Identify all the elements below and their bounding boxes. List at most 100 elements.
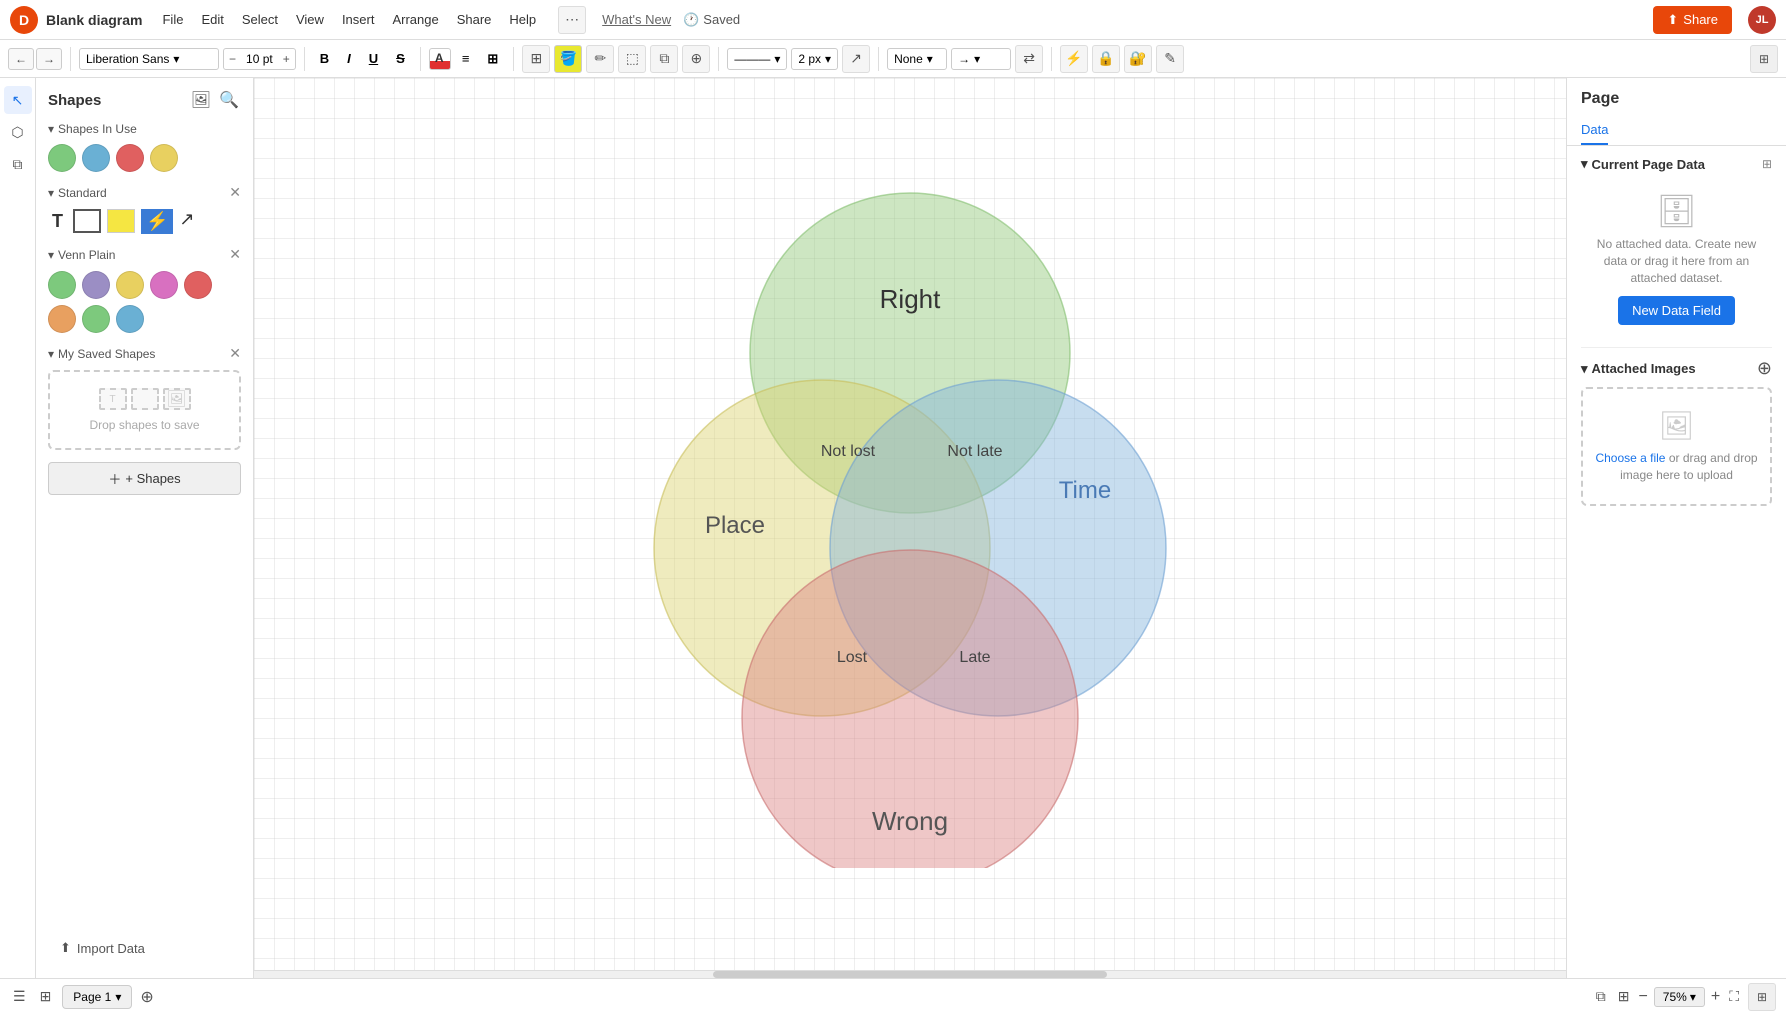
font-selector[interactable]: Liberation Sans ▾ bbox=[79, 48, 219, 70]
collapse-images-icon[interactable]: ▾ bbox=[1581, 361, 1588, 377]
shadow-button[interactable]: ⬚ bbox=[618, 45, 646, 73]
insert-shape-button[interactable]: ⊞ bbox=[522, 45, 550, 73]
clone-button[interactable]: ⧉ bbox=[650, 45, 678, 73]
venn-purple[interactable] bbox=[82, 271, 110, 299]
collapse-venn-icon[interactable]: ▾ bbox=[48, 248, 54, 262]
menu-edit[interactable]: Edit bbox=[193, 8, 231, 31]
back-button[interactable]: ← bbox=[8, 48, 34, 70]
image-drop-zone[interactable]: 🖼 Choose a file or drag and drop image h… bbox=[1581, 387, 1772, 506]
forward-button[interactable]: → bbox=[36, 48, 62, 70]
add-page-button[interactable]: ⊕ bbox=[140, 987, 153, 1007]
gallery-icon[interactable]: 🖼 bbox=[189, 88, 213, 112]
collapse-saved-icon[interactable]: ▾ bbox=[48, 347, 54, 361]
text-shape[interactable]: T bbox=[48, 209, 67, 234]
shape-blue-circle[interactable] bbox=[82, 144, 110, 172]
font-color-picker[interactable]: A bbox=[429, 48, 451, 70]
rect-shape[interactable] bbox=[73, 209, 101, 233]
layers-panel-btn[interactable]: ⧉ bbox=[1593, 985, 1609, 1008]
align-button[interactable]: ≡ bbox=[455, 47, 477, 70]
venn-green2[interactable] bbox=[82, 305, 110, 333]
page-tab[interactable]: Page 1 ▾ bbox=[62, 985, 132, 1009]
menu-insert[interactable]: Insert bbox=[334, 8, 383, 31]
shape-green-circle[interactable] bbox=[48, 144, 76, 172]
standard-section-close[interactable]: ✕ bbox=[229, 184, 241, 201]
layers-btn[interactable]: ⧉ bbox=[4, 150, 32, 178]
format-more-button[interactable]: ⊞ bbox=[480, 47, 505, 71]
menu-arrange[interactable]: Arrange bbox=[384, 8, 446, 31]
line-color-button[interactable]: ✏ bbox=[586, 45, 614, 73]
menu-help[interactable]: Help bbox=[501, 8, 544, 31]
font-size-increase[interactable]: + bbox=[278, 49, 295, 69]
underline-button[interactable]: U bbox=[362, 47, 385, 70]
font-size-decrease[interactable]: − bbox=[224, 49, 241, 69]
format-panel-btn[interactable]: ⊞ bbox=[1615, 985, 1633, 1008]
current-page-data-header: ▾ Current Page Data ⊞ bbox=[1581, 156, 1772, 172]
lock-button[interactable]: 🔒 bbox=[1092, 45, 1120, 73]
flip-arrow-button[interactable]: ⇄ bbox=[1015, 45, 1043, 73]
saved-button[interactable]: 🕐 Saved bbox=[683, 12, 740, 28]
connection-end-selector[interactable]: → ▾ bbox=[951, 48, 1011, 70]
extras-icon[interactable]: ⋯ bbox=[558, 6, 586, 34]
venn-red[interactable] bbox=[184, 271, 212, 299]
share-button[interactable]: ⬆ Share bbox=[1653, 6, 1732, 34]
menu-share[interactable]: Share bbox=[449, 8, 500, 31]
venn-orange[interactable] bbox=[48, 305, 76, 333]
fill-color-button[interactable]: 🪣 bbox=[554, 45, 582, 73]
edit-metadata-button[interactable]: ✎ bbox=[1156, 45, 1184, 73]
choose-file-link[interactable]: Choose a file bbox=[1595, 451, 1665, 465]
saved-section-close[interactable]: ✕ bbox=[229, 345, 241, 362]
shape-yellow-circle[interactable] bbox=[150, 144, 178, 172]
bold-button[interactable]: B bbox=[313, 47, 336, 70]
canvas[interactable]: Right Place Time Wrong Not lost Not late… bbox=[254, 78, 1566, 978]
select-tool-btn[interactable]: ↖ bbox=[4, 86, 32, 114]
collapse-in-use-icon[interactable]: ▾ bbox=[48, 122, 54, 136]
flash-button[interactable]: ⚡ bbox=[1060, 45, 1088, 73]
more-format-button[interactable]: ⊕ bbox=[682, 45, 710, 73]
lock-alt-button[interactable]: 🔐 bbox=[1124, 45, 1152, 73]
venn-green[interactable] bbox=[48, 271, 76, 299]
horizontal-scrollbar[interactable] bbox=[254, 970, 1566, 978]
zoom-level-selector[interactable]: 75% ▾ bbox=[1654, 987, 1705, 1007]
menu-view[interactable]: View bbox=[288, 8, 332, 31]
lightning-shape[interactable]: ⚡ bbox=[141, 209, 173, 234]
zoom-out-btn[interactable]: − bbox=[1638, 988, 1647, 1006]
tab-data[interactable]: Data bbox=[1581, 116, 1608, 145]
collapse-data-icon[interactable]: ▾ bbox=[1581, 156, 1588, 172]
add-image-button[interactable]: ⊕ bbox=[1757, 358, 1772, 379]
zoom-in-btn[interactable]: + bbox=[1711, 988, 1720, 1006]
right-panel-toggle-btn[interactable]: ⊞ bbox=[1748, 983, 1776, 1011]
venn-section-label: Venn Plain bbox=[58, 248, 115, 262]
new-data-field-button[interactable]: New Data Field bbox=[1618, 296, 1735, 325]
saved-shapes-dropzone[interactable]: T 🖼 Drop shapes to save bbox=[48, 370, 241, 450]
line-style-selector[interactable]: ——— ▾ bbox=[727, 48, 787, 70]
list-view-btn[interactable]: ☰ bbox=[10, 985, 29, 1008]
collapse-standard-icon[interactable]: ▾ bbox=[48, 186, 54, 200]
waypoints-button[interactable]: ↗ bbox=[842, 45, 870, 73]
import-data-button[interactable]: ⬆ Import Data bbox=[48, 934, 241, 962]
line-width-selector[interactable]: 2 px ▾ bbox=[791, 48, 838, 70]
search-shapes-button[interactable]: 🔍 bbox=[217, 88, 241, 112]
shapes-panel-btn[interactable]: ⬡ bbox=[4, 118, 32, 146]
whats-new-link[interactable]: What's New bbox=[602, 12, 671, 27]
data-grid-icon[interactable]: ⊞ bbox=[1762, 157, 1772, 171]
shape-red-circle[interactable] bbox=[116, 144, 144, 172]
venn-section-close[interactable]: ✕ bbox=[229, 246, 241, 263]
venn-pink[interactable] bbox=[150, 271, 178, 299]
menu-file[interactable]: File bbox=[154, 8, 191, 31]
page-label: Page 1 bbox=[73, 990, 111, 1004]
venn-blue[interactable] bbox=[116, 305, 144, 333]
filled-rect-shape[interactable] bbox=[107, 209, 135, 233]
user-avatar[interactable]: JL bbox=[1748, 6, 1776, 34]
venn-yellow[interactable] bbox=[116, 271, 144, 299]
panel-toggle-btn[interactable]: ⊞ bbox=[1750, 45, 1778, 73]
zoom-chevron-icon: ▾ bbox=[1690, 990, 1696, 1004]
fullscreen-btn[interactable]: ⛶ bbox=[1726, 985, 1742, 1008]
menu-select[interactable]: Select bbox=[234, 8, 286, 31]
arrow-shape[interactable]: ↗ bbox=[179, 209, 194, 234]
add-shapes-button[interactable]: ＋ + Shapes bbox=[48, 462, 241, 495]
scrollbar-thumb bbox=[713, 971, 1107, 978]
connection-start-selector[interactable]: None ▾ bbox=[887, 48, 947, 70]
grid-view-btn[interactable]: ⊞ bbox=[37, 985, 55, 1008]
italic-button[interactable]: I bbox=[340, 47, 358, 70]
strikethrough-button[interactable]: S bbox=[389, 47, 412, 70]
